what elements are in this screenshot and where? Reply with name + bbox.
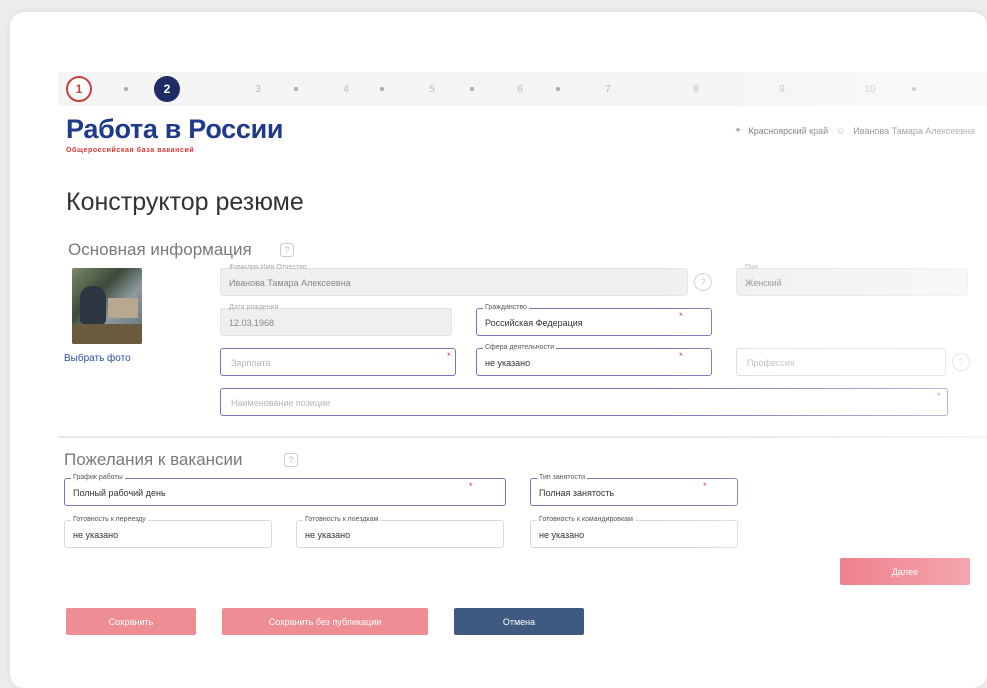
- step-1[interactable]: 1: [66, 76, 92, 102]
- citizenship-label: Гражданство: [483, 303, 529, 312]
- step-separator: [294, 87, 298, 91]
- help-icon[interactable]: ?: [284, 453, 298, 467]
- required-mark: *: [937, 391, 941, 401]
- step-3[interactable]: 3: [250, 81, 266, 97]
- content-card: 1 2 3 4 5 6 7 8 9 10 Работа в России Общ…: [10, 12, 987, 688]
- save-button[interactable]: Сохранить: [66, 608, 196, 635]
- field-of-activity-label: Сфера деятельности: [483, 343, 557, 352]
- region-link[interactable]: Красноярский край: [749, 126, 829, 136]
- next-button[interactable]: Далее: [840, 558, 970, 585]
- resume-builder-screenshot: 1 2 3 4 5 6 7 8 9 10 Работа в России Общ…: [58, 72, 987, 642]
- gender-field[interactable]: Пол Женский: [736, 264, 968, 296]
- step-separator: [470, 87, 474, 91]
- site-logo-subtitle: Общероссийская база вакансий: [66, 147, 195, 154]
- gender-value: Женский: [745, 278, 782, 288]
- position-placeholder: Наименование позиции: [231, 398, 331, 408]
- salary-input[interactable]: Зарплата *: [220, 348, 456, 376]
- ready-to-move-select[interactable]: Готовность к переезду не указано: [64, 515, 272, 548]
- full-name-value: Иванова Тамара Алексеевна: [229, 278, 351, 288]
- required-mark: *: [703, 481, 707, 491]
- step-separator: [912, 87, 916, 91]
- full-name-label: Фамилия Имя Отчество: [229, 264, 307, 271]
- full-name-field[interactable]: Фамилия Имя Отчество Иванова Тамара Алек…: [220, 264, 688, 296]
- profession-placeholder: Профессия: [747, 358, 795, 368]
- citizenship-select[interactable]: Гражданство Российская Федерация *: [476, 303, 712, 336]
- profile-photo: [72, 268, 142, 344]
- field-of-activity-select[interactable]: Сфера деятельности не указано *: [476, 343, 712, 376]
- step-2[interactable]: 2: [154, 76, 180, 102]
- location-icon: ⌖: [735, 125, 741, 135]
- job-wishes-heading: Пожелания к вакансии: [64, 450, 243, 469]
- help-icon[interactable]: ?: [280, 243, 294, 257]
- ready-for-trips-value: не указано: [305, 530, 351, 540]
- step-9[interactable]: 9: [774, 81, 790, 97]
- user-bar: ⌖ Красноярский край ☺ Иванова Тамара Але…: [735, 125, 975, 136]
- step-11[interactable]: [958, 81, 974, 97]
- step-separator: [124, 87, 128, 91]
- schedule-select[interactable]: График работы Полный рабочий день *: [64, 473, 506, 506]
- site-logo-title[interactable]: Работа в России: [66, 114, 284, 145]
- required-mark: *: [679, 351, 683, 361]
- employment-type-value: Полная занятость: [539, 488, 615, 498]
- gender-label: Пол: [745, 264, 758, 271]
- position-input[interactable]: Наименование позиции *: [220, 388, 948, 416]
- basic-info-heading: Основная информация: [68, 240, 252, 259]
- choose-photo-link[interactable]: Выбрать фото: [64, 353, 131, 364]
- step-5[interactable]: 5: [424, 81, 440, 97]
- step-separator: [556, 87, 560, 91]
- ready-for-business-trips-select[interactable]: Готовность к командировкам не указано: [530, 515, 738, 548]
- step-4[interactable]: 4: [338, 81, 354, 97]
- required-mark: *: [447, 351, 451, 361]
- user-name-link[interactable]: Иванова Тамара Алексеевна: [853, 126, 975, 136]
- step-10[interactable]: 10: [862, 81, 878, 97]
- ready-for-business-trips-label: Готовность к командировкам: [537, 515, 635, 524]
- ready-to-move-value: не указано: [73, 530, 119, 540]
- required-mark: *: [469, 481, 473, 491]
- cancel-button[interactable]: Отмена: [454, 608, 584, 635]
- citizenship-value: Российская Федерация: [485, 318, 583, 328]
- step-8[interactable]: 8: [688, 81, 704, 97]
- ready-for-trips-select[interactable]: Готовность к поездкам не указано: [296, 515, 504, 548]
- user-icon: ☺: [836, 125, 846, 136]
- step-separator: [380, 87, 384, 91]
- ready-for-business-trips-value: не указано: [539, 530, 585, 540]
- birth-date-label: Дата рождения: [229, 304, 279, 311]
- ready-for-trips-label: Готовность к поездкам: [303, 515, 381, 524]
- birth-date-value: 12.03.1968: [229, 318, 275, 328]
- page-title: Конструктор резюме: [66, 188, 304, 216]
- birth-date-field[interactable]: Дата рождения 12.03.1968: [220, 304, 452, 336]
- step-7[interactable]: 7: [600, 81, 616, 97]
- ready-to-move-label: Готовность к переезду: [71, 515, 148, 524]
- section-divider: [58, 436, 987, 438]
- help-icon[interactable]: ?: [694, 273, 712, 291]
- save-without-publish-button[interactable]: Сохранить без публикации: [222, 608, 428, 635]
- help-icon[interactable]: ?: [952, 353, 970, 371]
- progress-stepper: 1 2 3 4 5 6 7 8 9 10: [58, 72, 987, 106]
- employment-type-select[interactable]: Тип занятости Полная занятость *: [530, 473, 738, 506]
- required-mark: *: [679, 311, 683, 321]
- schedule-label: График работы: [71, 473, 125, 482]
- field-of-activity-value: не указано: [485, 358, 531, 368]
- employment-type-label: Тип занятости: [537, 473, 588, 482]
- schedule-value: Полный рабочий день: [73, 488, 166, 498]
- profession-input[interactable]: Профессия: [736, 348, 946, 376]
- step-6[interactable]: 6: [512, 81, 528, 97]
- salary-placeholder: Зарплата: [231, 358, 271, 368]
